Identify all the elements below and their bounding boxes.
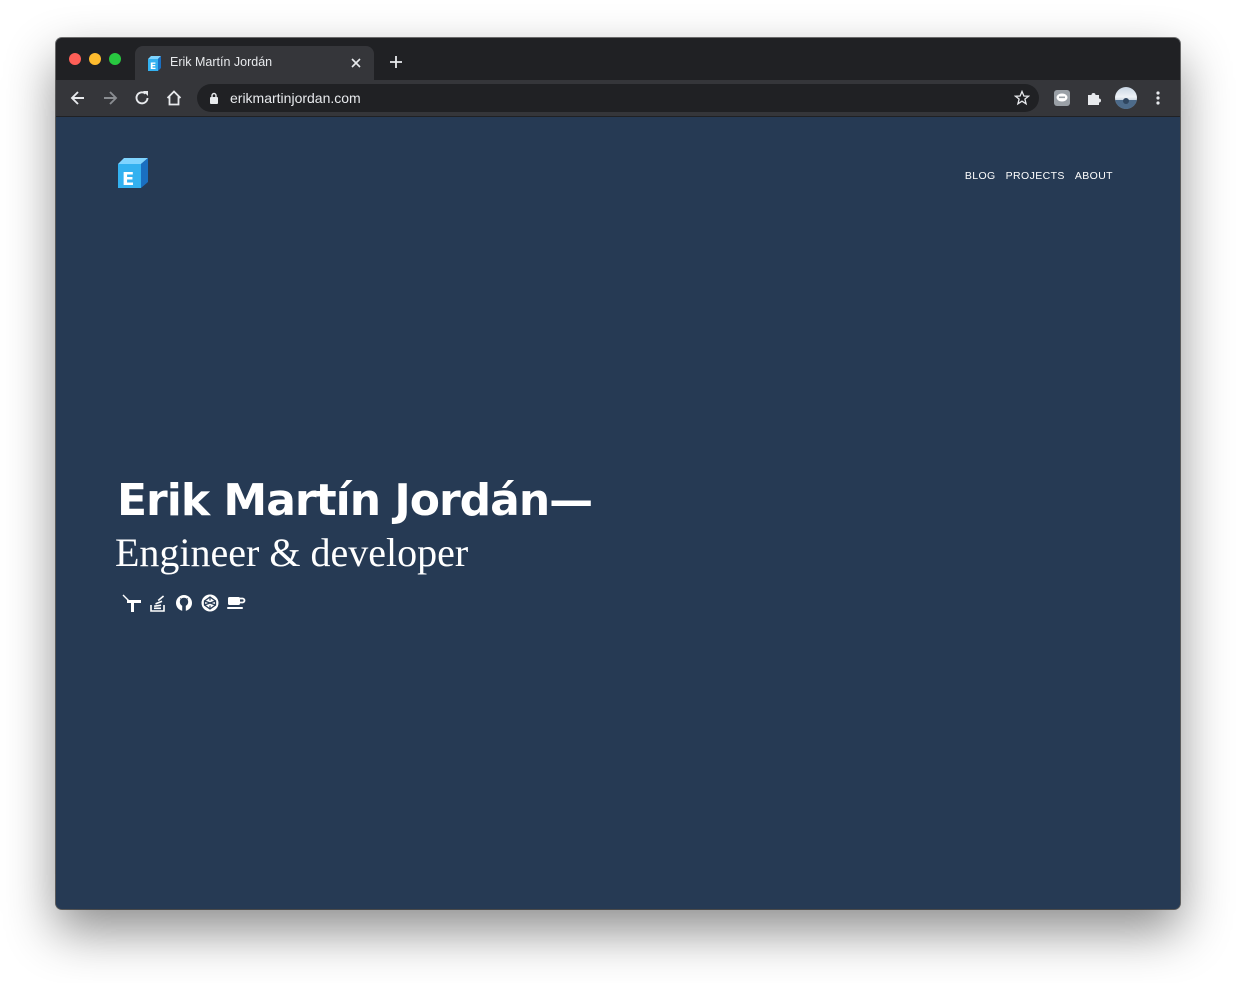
reload-icon[interactable] <box>132 88 152 108</box>
erik-logo-icon[interactable]: E <box>117 157 149 189</box>
close-icon[interactable] <box>348 55 364 71</box>
github-icon[interactable] <box>174 593 194 613</box>
address-bar[interactable]: erikmartinjordan.com <box>197 84 1039 112</box>
hero-name: Erik Martín Jordán— <box>117 475 593 526</box>
browser-toolbar: erikmartinjordan.com <box>56 80 1180 116</box>
main-nav: BLOG PROJECTS ABOUT <box>965 170 1113 182</box>
erik-logo-icon: E <box>148 56 161 71</box>
browser-window: E Erik Martín Jordán erikmartinjordan.co… <box>56 38 1180 909</box>
nav-about[interactable]: ABOUT <box>1075 170 1113 182</box>
twitter-like-icon[interactable] <box>122 593 142 613</box>
plus-icon[interactable] <box>386 52 406 72</box>
avatar[interactable] <box>1115 87 1137 109</box>
tab-strip: E Erik Martín Jordán <box>56 38 1180 80</box>
chat-extension-icon[interactable] <box>1052 88 1072 108</box>
nav-blog[interactable]: BLOG <box>965 170 996 182</box>
star-icon[interactable] <box>1014 90 1030 106</box>
home-icon[interactable] <box>164 88 184 108</box>
nav-projects[interactable]: PROJECTS <box>1006 170 1065 182</box>
url-text: erikmartinjordan.com <box>230 90 361 106</box>
maximize-window-button[interactable] <box>109 53 121 65</box>
arrow-left-icon[interactable] <box>68 88 88 108</box>
codepen-icon[interactable] <box>200 593 220 613</box>
stackoverflow-icon[interactable] <box>148 593 168 613</box>
coffee-icon[interactable] <box>226 593 246 613</box>
tab-title: Erik Martín Jordán <box>170 55 273 69</box>
hero-role: Engineer & developer <box>115 530 469 575</box>
close-window-button[interactable] <box>69 53 81 65</box>
svg-text:E: E <box>122 169 134 189</box>
kebab-menu-icon[interactable] <box>1148 88 1168 108</box>
lock-icon[interactable] <box>209 92 219 104</box>
arrow-right-icon[interactable] <box>100 88 120 108</box>
puzzle-icon[interactable] <box>1084 88 1104 108</box>
social-links <box>122 593 246 613</box>
page-content: E BLOG PROJECTS ABOUT Erik Martín Jordán… <box>56 117 1180 909</box>
minimize-window-button[interactable] <box>89 53 101 65</box>
svg-text:E: E <box>150 62 156 71</box>
tab-active[interactable]: E Erik Martín Jordán <box>135 46 374 80</box>
